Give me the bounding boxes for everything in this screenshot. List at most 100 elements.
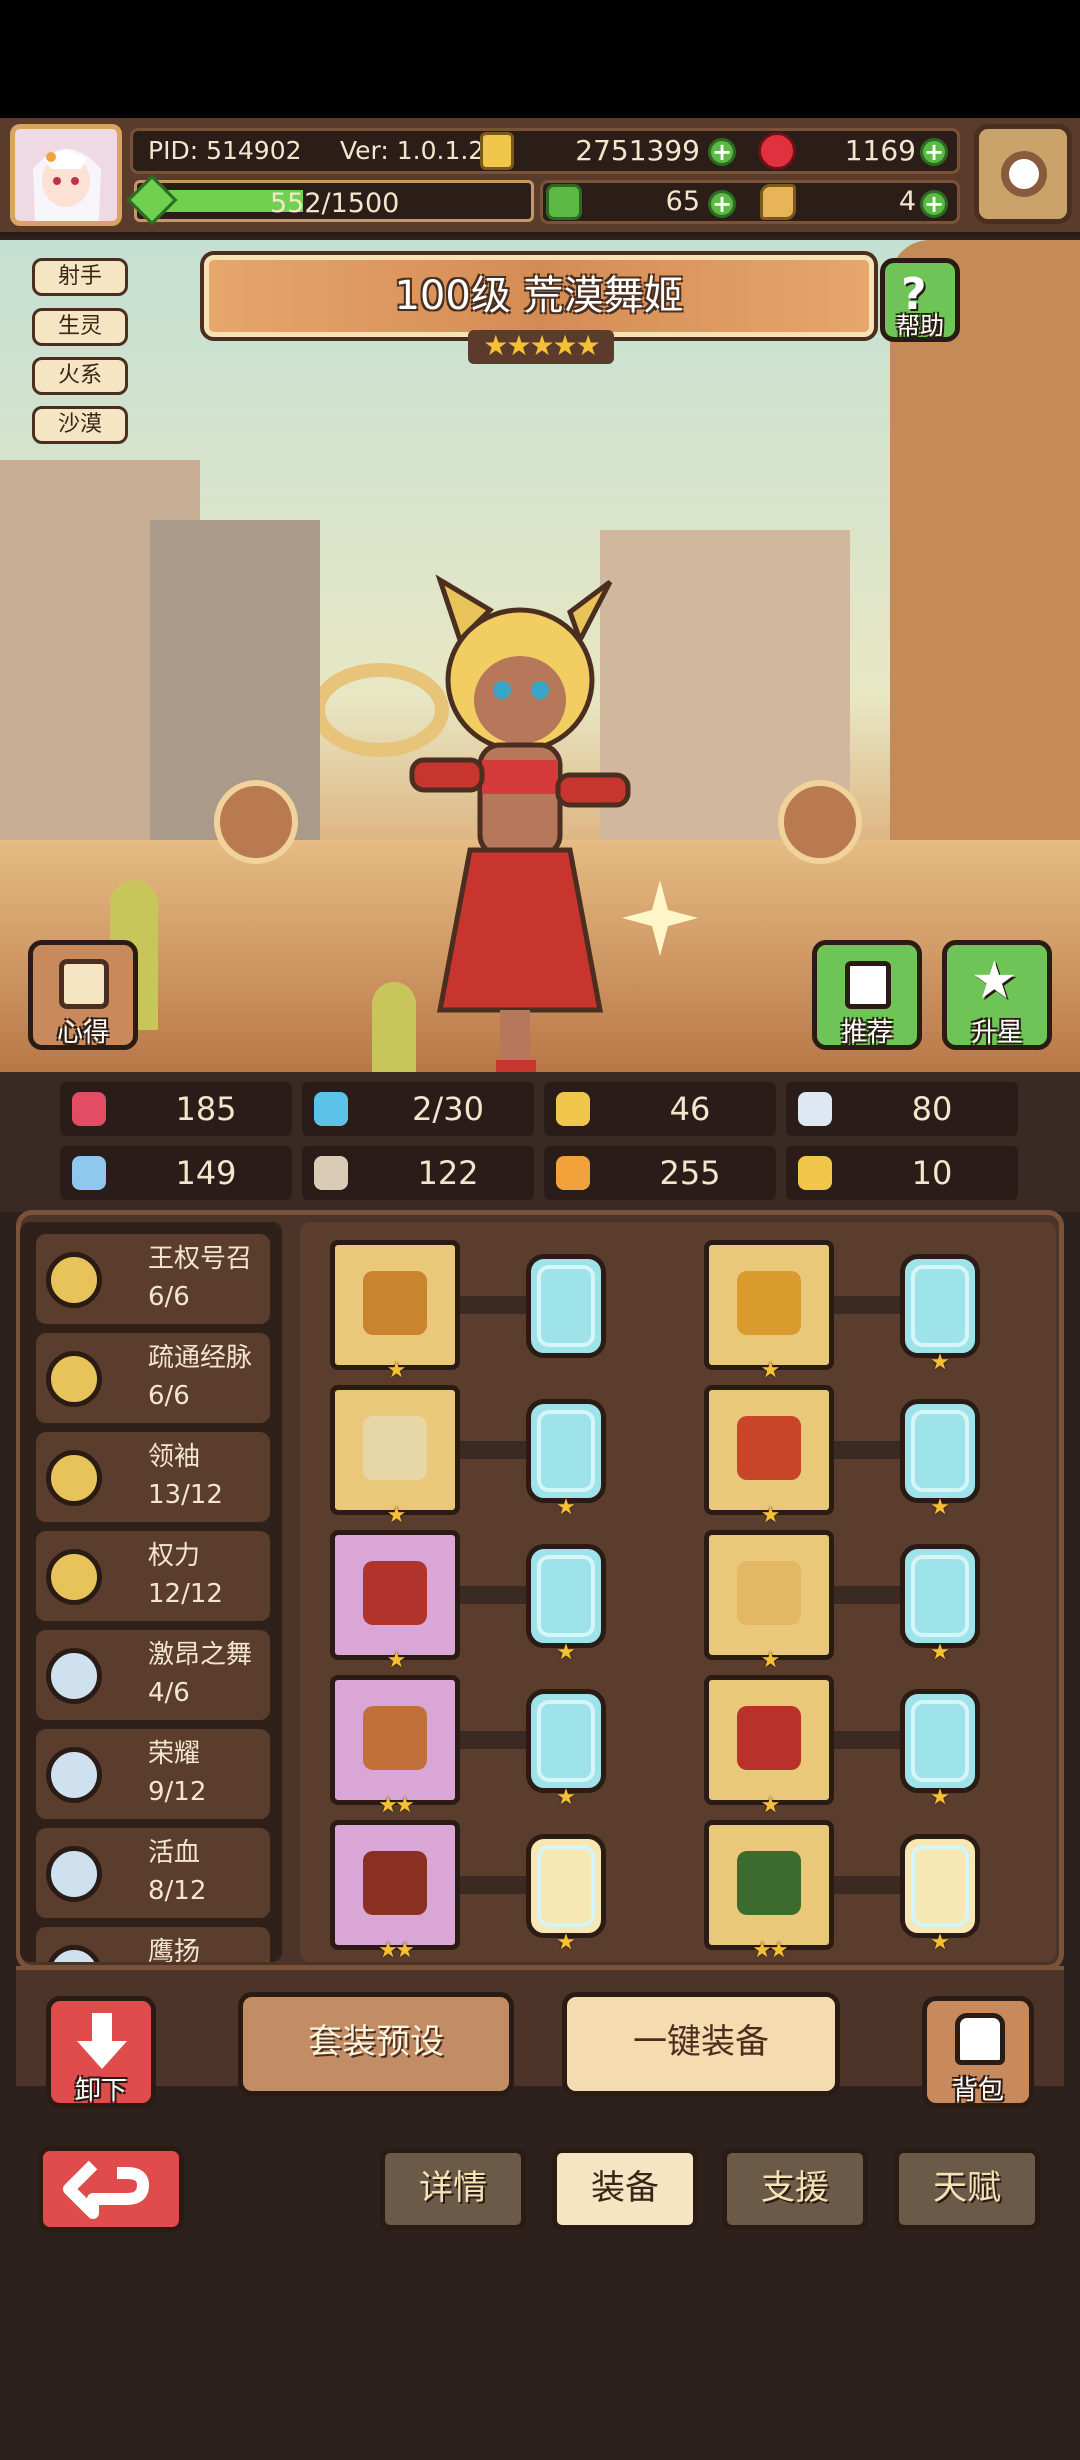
slot-stars: ★ — [386, 1358, 407, 1383]
talent-item[interactable]: 活血 8/12 — [36, 1828, 270, 1918]
stat-value: 122 — [417, 1154, 479, 1192]
help-label: 帮助 — [896, 312, 944, 340]
backpack-button[interactable]: 背包 — [922, 1996, 1034, 2108]
add-key-button[interactable]: + — [920, 190, 948, 218]
equipment-slot-robe[interactable]: ★ — [704, 1385, 834, 1528]
talent-item[interactable]: 鹰扬 — [36, 1927, 270, 1962]
talent-progress: 6/6 — [148, 1282, 190, 1312]
gem-rim — [537, 1265, 595, 1347]
slot-stars: ★★ — [378, 1938, 414, 1963]
gem-socket[interactable]: ★ — [900, 1689, 980, 1810]
game-version: Ver: 1.0.1.2 — [340, 136, 485, 165]
stat-value: 10 — [911, 1154, 953, 1192]
fist-icon — [72, 1156, 106, 1190]
equipment-slot-boots[interactable]: ★★ — [704, 1820, 834, 1963]
gem-stars: ★ — [930, 1495, 950, 1520]
add-gold-button[interactable]: + — [708, 138, 736, 166]
floating-orb-right — [778, 780, 862, 864]
gem-socket[interactable]: ★ — [526, 1399, 606, 1520]
star-up-label: 升星 — [970, 1018, 1023, 1048]
necklace-icon — [363, 1561, 427, 1625]
gem-rim — [911, 1555, 969, 1637]
talent-item[interactable]: 激昂之舞 4/6 — [36, 1630, 270, 1720]
slot-stars: ★ — [386, 1503, 407, 1528]
stat-value: 149 — [175, 1154, 237, 1192]
key-icon — [760, 184, 796, 220]
gold-coin-icon — [480, 132, 514, 170]
gem-socket[interactable]: ★ — [526, 1834, 606, 1955]
stat-cell: 2/30 — [302, 1082, 534, 1136]
gem-socket[interactable]: ★ — [526, 1544, 606, 1665]
slot-stars: ★ — [760, 1793, 781, 1818]
talent-name: 荣耀 — [148, 1739, 201, 1769]
auto-equip-button[interactable]: 一键装备 — [562, 1992, 840, 2096]
ruby-icon — [758, 132, 796, 170]
talent-item[interactable]: 领袖 13/12 — [36, 1432, 270, 1522]
player-avatar[interactable] — [10, 124, 122, 226]
gem-rim — [911, 1845, 969, 1927]
equipment-grid: ★ ★ ★ ★ ★ ★ ★ ★ ★ ★ ★ ★★ ★ ★ ★ ★★ ★ ★★ ★ — [300, 1222, 1056, 1963]
gem-socket[interactable] — [526, 1254, 606, 1358]
scroll-icon — [59, 959, 109, 1009]
slot-connector — [460, 1586, 530, 1604]
gem-stars: ★ — [930, 1350, 950, 1375]
equipment-slot-lips[interactable]: ★★ — [330, 1820, 460, 1963]
equipment-slot-sun-ring[interactable]: ★ — [704, 1530, 834, 1673]
key-amount: 4 — [898, 186, 916, 217]
gem-socket[interactable]: ★ — [900, 1254, 980, 1375]
help-button[interactable]: ? 帮助 — [880, 258, 960, 342]
add-ruby-button[interactable]: + — [920, 138, 948, 166]
talent-item[interactable]: 荣耀 9/12 — [36, 1729, 270, 1819]
tag-element: 火系 — [32, 357, 128, 395]
equipment-slot-scepter[interactable]: ★ — [330, 1240, 460, 1383]
talent-progress: 13/12 — [148, 1480, 223, 1510]
slot-connector — [460, 1731, 530, 1749]
horseshoe-icon — [798, 1156, 832, 1190]
gem-stars: ★ — [930, 1785, 950, 1810]
insight-button[interactable]: 心得 — [28, 940, 138, 1050]
star-icon: ★ — [971, 951, 1018, 1011]
talent-list[interactable]: 王权号召 6/6 疏通经脉 6/6 领袖 13/12 权力 12/12 激昂之舞 4/6 荣耀 9/1… — [20, 1222, 282, 1962]
unequip-button[interactable]: 卸下 — [46, 1996, 156, 2108]
stat-value: 255 — [659, 1154, 721, 1192]
settings-button[interactable] — [974, 124, 1072, 224]
equipment-slot-crown[interactable]: ★ — [704, 1240, 834, 1383]
equipment-slot-spear[interactable]: ★ — [330, 1385, 460, 1528]
talent-item[interactable]: 权力 12/12 — [36, 1531, 270, 1621]
talent-item[interactable]: 疏通经脉 6/6 — [36, 1333, 270, 1423]
equipment-slot-belt[interactable]: ★ — [704, 1675, 834, 1818]
boots-icon — [737, 1851, 801, 1915]
gem-socket[interactable]: ★ — [900, 1544, 980, 1665]
gem-rim — [537, 1845, 595, 1927]
equipment-slot-necklace[interactable]: ★ — [330, 1530, 460, 1673]
back-button[interactable] — [38, 2146, 184, 2232]
gem-socket[interactable]: ★ — [526, 1689, 606, 1810]
gem-rim — [537, 1555, 595, 1637]
sun-ring-icon — [737, 1561, 801, 1625]
tab-talent[interactable]: 天赋 — [894, 2148, 1040, 2230]
slot-connector — [460, 1876, 530, 1894]
gem-socket[interactable]: ★ — [900, 1834, 980, 1955]
tab-details[interactable]: 详情 — [380, 2148, 526, 2230]
add-clover-button[interactable]: + — [708, 190, 736, 218]
stat-value: 2/30 — [412, 1090, 484, 1128]
talent-progress: 6/6 — [148, 1381, 190, 1411]
clover-icon — [546, 184, 582, 220]
recommend-button[interactable]: 推荐 — [812, 940, 922, 1050]
tab-support[interactable]: 支援 — [722, 2148, 868, 2230]
slot-connector — [460, 1441, 530, 1459]
status-strip — [0, 0, 1080, 118]
gem-rim — [537, 1410, 595, 1492]
lips-icon — [363, 1851, 427, 1915]
talent-name: 激昂之舞 — [148, 1640, 253, 1670]
equipment-slot-orb[interactable]: ★★ — [330, 1675, 460, 1818]
tab-equipment[interactable]: 装备 — [552, 2148, 698, 2230]
unequip-label: 卸下 — [74, 2076, 127, 2106]
star-up-button[interactable]: ★ 升星 — [942, 940, 1052, 1050]
thumbs-up-icon — [845, 961, 891, 1009]
gem-socket[interactable]: ★ — [900, 1399, 980, 1520]
gem-stars: ★ — [556, 1495, 576, 1520]
clover-amount: 65 — [665, 186, 700, 217]
set-preset-button[interactable]: 套装预设 — [238, 1992, 514, 2096]
talent-item[interactable]: 王权号召 6/6 — [36, 1234, 270, 1324]
